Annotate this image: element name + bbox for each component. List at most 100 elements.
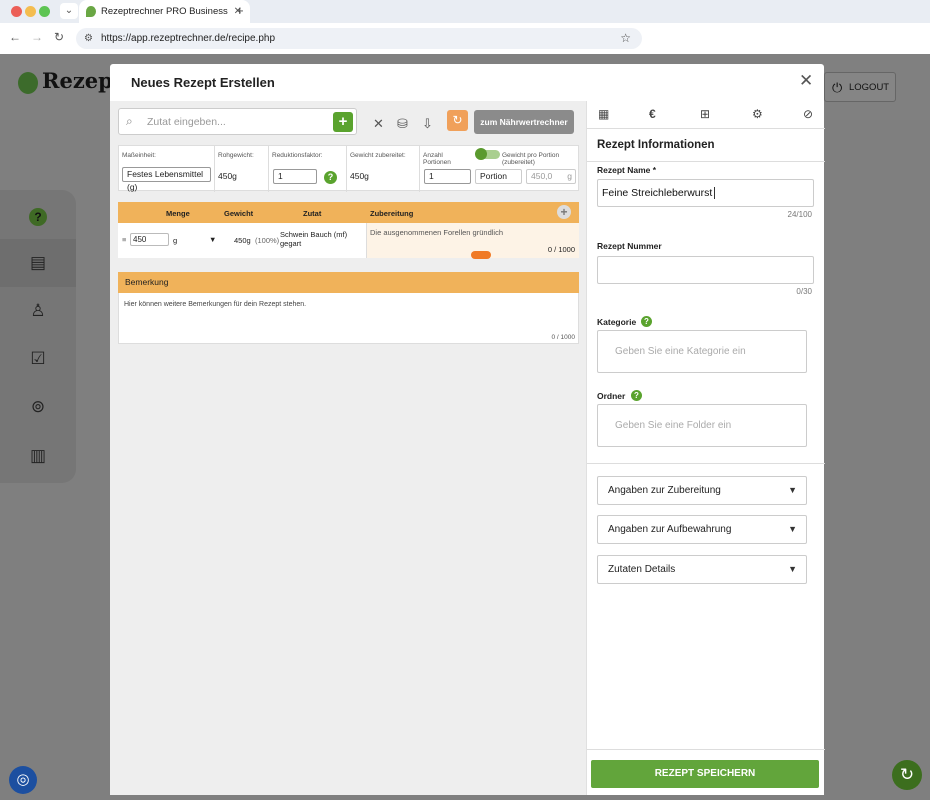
new-tab-icon[interactable]: + [236, 3, 244, 18]
weight-percent: (100%) [255, 236, 280, 245]
search-icon: ⌕ [126, 114, 133, 128]
resize-handle[interactable] [471, 251, 491, 259]
add-ingredient-button[interactable]: + [333, 112, 353, 132]
recipe-info-panel: ▦ € ⊞ ⚙ ⊘ Rezept Informationen Rezept Na… [586, 101, 825, 795]
unit-label: Maßeinheit: [122, 152, 156, 159]
reset-button[interactable]: ↻ [447, 110, 468, 131]
plate-icon[interactable]: ⊚ [22, 391, 54, 423]
recipe-name-label: Rezept Name * [597, 165, 657, 175]
app-favicon-icon [86, 6, 96, 17]
remarks-text[interactable]: Hier können weitere Bemerkungen für dein… [124, 301, 306, 308]
close-modal-icon[interactable]: ✕ [799, 71, 813, 91]
import-icon[interactable]: ⇩ [422, 116, 433, 132]
tab-allergen-icon[interactable]: ⊘ [803, 107, 813, 121]
modal-title: Neues Rezept Erstellen [131, 75, 275, 90]
tab-settings-icon[interactable]: ⚙ [752, 107, 763, 121]
unit-select[interactable]: Festes Lebensmittel (g) [122, 167, 211, 192]
new-recipe-modal: Neues Rezept Erstellen ✕ ⌕ Zutat eingebe… [110, 64, 825, 795]
tab-price-icon[interactable]: € [649, 107, 656, 121]
recipe-name-input[interactable]: Feine Streichleberwurst [597, 179, 814, 207]
clipboard-new-icon[interactable]: ▥ [22, 440, 54, 472]
apple-logo-icon [18, 71, 38, 94]
add-step-icon[interactable]: + [557, 205, 571, 219]
close-window-icon[interactable] [11, 6, 22, 17]
forward-icon[interactable]: → [31, 30, 43, 44]
per-portion-label: Gewicht pro Portion (zubereitet) [502, 152, 560, 167]
site-settings-icon[interactable]: ⚙ [84, 28, 93, 49]
category-help-icon[interactable]: ? [641, 316, 652, 327]
refresh-icon[interactable]: ↻ [892, 760, 922, 790]
divider [587, 463, 825, 464]
prepared-weight-value: 450g [350, 171, 369, 181]
divider [419, 146, 420, 192]
preparation-count: 0 / 1000 [547, 245, 575, 254]
unit-dropdown-icon[interactable]: ▼ [209, 235, 216, 244]
user-icon[interactable]: ♙ [22, 295, 54, 327]
minimize-window-icon[interactable] [25, 6, 36, 17]
bookmark-star-icon[interactable]: ☆ [620, 28, 631, 49]
recipe-icon[interactable]: ▤ [22, 247, 54, 279]
database-search-icon[interactable]: ⛁ [397, 116, 408, 132]
folder-input[interactable]: Geben Sie eine Folder ein [597, 404, 807, 447]
save-recipe-button[interactable]: REZEPT SPEICHERN [591, 760, 819, 788]
reduction-label: Reduktionsfaktor: [272, 152, 323, 159]
portions-input[interactable]: 1 [424, 169, 471, 184]
tab-list-chevron-icon[interactable]: ⌄ [60, 3, 78, 19]
col-preparation: Zubereitung [370, 209, 414, 218]
portion-unit-input[interactable]: Portion [475, 169, 522, 184]
table-row: ≡ 450 g ▼ 450g (100%) Schwein Bauch (mf)… [118, 223, 579, 258]
raw-weight-value: 450g [218, 171, 237, 181]
recipe-number-input[interactable] [597, 256, 814, 284]
address-bar[interactable]: ⚙ https://app.rezeptrechner.de/recipe.ph… [76, 28, 642, 49]
chevron-down-icon: ▼ [788, 485, 797, 495]
url-text: https://app.rezeptrechner.de/recipe.php [101, 33, 276, 44]
clear-icon[interactable]: ✕ [373, 116, 384, 132]
drag-handle-icon[interactable]: ≡ [122, 235, 126, 244]
prepared-weight-label: Gewicht zubereitet: [350, 152, 406, 159]
info-tabs: ▦ € ⊞ ⚙ ⊘ [587, 101, 825, 129]
fingerprint-icon[interactable]: ◎ [9, 766, 37, 794]
info-title: Rezept Informationen [597, 139, 715, 151]
per-portion-input: 450,0 g [526, 169, 576, 184]
section-preparation[interactable]: Angaben zur Zubereitung ▼ [597, 476, 807, 505]
tab-qr-icon[interactable]: ⊞ [700, 107, 710, 121]
power-icon: ⏻ [832, 80, 843, 95]
folder-label: Ordner [597, 391, 626, 401]
ingredients-header: Menge Gewicht Zutat Zubereitung + [118, 202, 579, 223]
text-cursor [714, 187, 716, 200]
section-label: Angaben zur Aufbewahrung [608, 524, 732, 535]
reduction-input[interactable]: 1 [273, 169, 317, 184]
folder-help-icon[interactable]: ? [631, 390, 642, 401]
raw-weight-label: Rohgewicht: [218, 152, 254, 159]
section-storage[interactable]: Angaben zur Aufbewahrung ▼ [597, 515, 807, 544]
preparation-text: Die ausgenommenen Forellen gründlich [370, 228, 503, 237]
tab-nutrition-icon[interactable]: ▦ [598, 107, 609, 121]
nutrition-calculator-button[interactable]: zum Nährwertrechner [474, 110, 574, 134]
amount-input[interactable]: 450 [130, 233, 169, 246]
checklist-icon[interactable]: ☑ [22, 343, 54, 375]
ingredients-panel: ⌕ Zutat eingeben... + ✕ ⛁ ⇩ ↻ zum Nährwe… [110, 101, 586, 795]
remarks-header: Bemerkung [118, 272, 579, 293]
maximize-window-icon[interactable] [39, 6, 50, 17]
browser-tab[interactable]: Rezeptrechner PRO Business ✕ [79, 0, 250, 23]
ingredient-search[interactable]: ⌕ Zutat eingeben... + [118, 108, 357, 135]
ingredient-name[interactable]: Schwein Bauch (mf) gegart [280, 230, 358, 248]
portion-toggle[interactable] [475, 148, 500, 160]
help-icon[interactable]: ? [22, 200, 54, 232]
toggle-knob [475, 148, 487, 160]
back-icon[interactable]: ← [9, 30, 21, 44]
weight-value: 450g [234, 236, 251, 245]
tab-title: Rezeptrechner PRO Business [101, 6, 228, 17]
logout-button[interactable]: ⏻ LOGOUT [824, 72, 896, 102]
col-amount: Menge [166, 209, 190, 218]
browser-chrome: ⌄ Rezeptrechner PRO Business ✕ + ← → ↻ ⚙… [0, 0, 930, 54]
section-label: Angaben zur Zubereitung [608, 485, 721, 496]
section-label: Zutaten Details [608, 564, 676, 575]
reload-icon[interactable]: ↻ [54, 30, 64, 44]
chevron-down-icon: ▼ [788, 524, 797, 534]
portions-label: Anzahl Portionen [423, 152, 451, 167]
section-ingredient-details[interactable]: Zutaten Details ▼ [597, 555, 807, 584]
reduction-help-icon[interactable]: ? [324, 171, 337, 184]
col-ingredient: Zutat [303, 209, 322, 218]
category-input[interactable]: Geben Sie eine Kategorie ein [597, 330, 807, 373]
